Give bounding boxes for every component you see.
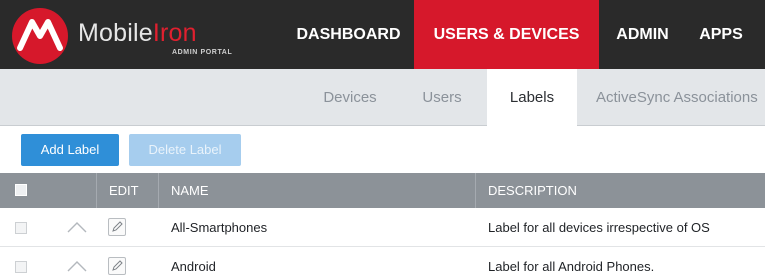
label-description: Label for all devices irrespective of OS [488,220,710,235]
brand-wordmark[interactable]: MobileIron ADMIN PORTAL [78,19,232,59]
column-divider [475,173,476,208]
row-checkbox[interactable] [15,261,27,273]
select-all-checkbox[interactable] [15,184,27,196]
edit-button[interactable] [108,218,126,236]
table-row[interactable]: All-Smartphones Label for all devices ir… [0,208,765,247]
add-label-button[interactable]: Add Label [21,134,119,166]
label-name: All-Smartphones [171,220,268,235]
nav-dashboard[interactable]: DASHBOARD [283,0,414,69]
tab-labels[interactable]: Labels [487,69,577,127]
column-divider [96,173,97,208]
row-checkbox[interactable] [15,222,27,234]
pencil-edit-icon [112,260,123,271]
table-header: EDIT NAME DESCRIPTION [0,173,765,208]
nav-users-devices[interactable]: USERS & DEVICES [414,0,599,69]
top-navigation-bar: MobileIron ADMIN PORTAL DASHBOARD USERS … [0,0,765,69]
chevron-up-icon[interactable] [65,216,89,238]
label-name: Android [171,259,216,274]
delete-label-button[interactable]: Delete Label [129,134,241,166]
label-description: Label for all Android Phones. [488,259,655,274]
column-header-description[interactable]: DESCRIPTION [488,173,577,208]
column-divider [158,173,159,208]
chevron-up-icon[interactable] [65,255,89,275]
pencil-edit-icon [112,221,123,232]
column-header-name[interactable]: NAME [171,173,209,208]
tab-users[interactable]: Users [402,69,482,126]
column-header-edit: EDIT [109,183,139,198]
edit-button[interactable] [108,257,126,275]
sub-navigation-bar: Devices Users Labels ActiveSync Associat… [0,69,765,127]
tab-devices[interactable]: Devices [300,69,400,126]
table-row[interactable]: Android Label for all Android Phones. [0,247,765,275]
tab-activesync-associations[interactable]: ActiveSync Associations [582,69,765,126]
brand-name-second: Iron [152,19,197,47]
nav-admin[interactable]: ADMIN [599,0,686,69]
mobileiron-logo-icon[interactable] [10,6,70,66]
brand-name-first: Mobile [78,19,153,47]
nav-apps[interactable]: APPS [686,0,756,69]
brand-subtitle: ADMIN PORTAL [172,49,233,56]
